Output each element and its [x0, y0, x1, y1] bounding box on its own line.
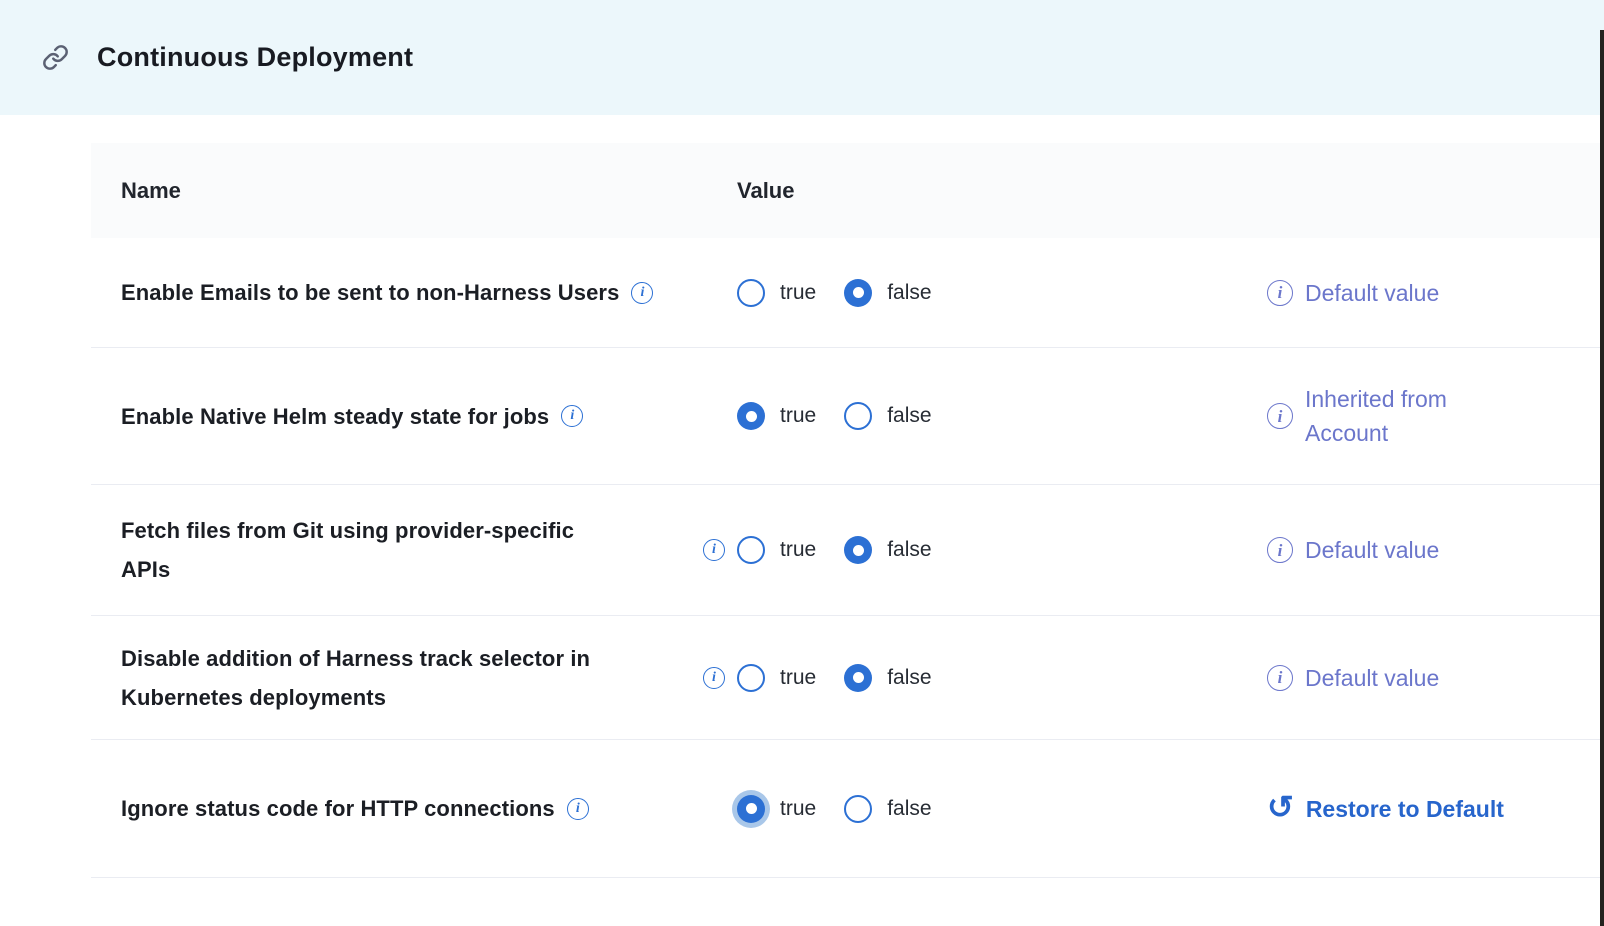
settings-table: Name Value Enable Emails to be sent to n… [91, 143, 1600, 878]
window-edge [1600, 30, 1604, 926]
info-icon[interactable]: i [1267, 537, 1293, 563]
radio-false[interactable] [844, 536, 872, 564]
radio-label-true[interactable]: true [780, 281, 816, 305]
setting-status-cell: i Default value [1267, 276, 1600, 310]
setting-row: Enable Native Helm steady state for jobs… [91, 348, 1600, 485]
setting-row: Enable Emails to be sent to non-Harness … [91, 238, 1600, 348]
radio-true[interactable] [737, 536, 765, 564]
radio-label-false[interactable]: false [887, 404, 931, 428]
info-icon[interactable]: i [703, 539, 725, 561]
setting-name-cell: Ignore status code for HTTP connections … [91, 789, 703, 828]
info-icon[interactable]: i [1267, 665, 1293, 691]
section-header: Continuous Deployment [0, 0, 1604, 115]
info-icon[interactable]: i [1267, 403, 1293, 429]
link-icon[interactable] [42, 44, 69, 71]
setting-row: Fetch files from Git using provider-spec… [91, 485, 1600, 616]
setting-name: Ignore status code for HTTP connections [121, 789, 555, 828]
table-rows: Enable Emails to be sent to non-Harness … [91, 238, 1600, 878]
radio-label-true[interactable]: true [780, 404, 816, 428]
setting-name-cell: Fetch files from Git using provider-spec… [91, 511, 703, 589]
radio-false[interactable] [844, 795, 872, 823]
column-header-value: Value [703, 178, 1123, 204]
setting-name-cell: Enable Emails to be sent to non-Harness … [91, 273, 703, 312]
setting-status-cell: i Default value [1267, 533, 1600, 567]
radio-label-false[interactable]: false [887, 281, 931, 305]
radio-true[interactable] [737, 279, 765, 307]
radio-label-false[interactable]: false [887, 797, 931, 821]
setting-row: Disable addition of Harness track select… [91, 616, 1600, 740]
setting-row: Ignore status code for HTTP connections … [91, 740, 1600, 878]
setting-status-cell: ↺ Restore to Default [1267, 792, 1600, 826]
radio-label-true[interactable]: true [780, 797, 816, 821]
setting-name: Enable Emails to be sent to non-Harness … [121, 273, 619, 312]
restore-icon[interactable]: ↺ [1267, 794, 1294, 820]
setting-value-cell: true false [703, 795, 1123, 823]
radio-false[interactable] [844, 279, 872, 307]
page-title: Continuous Deployment [97, 42, 413, 73]
status-label: Inherited from Account [1305, 382, 1447, 450]
info-icon[interactable]: i [567, 798, 589, 820]
column-header-name: Name [91, 178, 703, 204]
setting-status-cell: i Default value [1267, 661, 1600, 695]
status-label: Default value [1305, 533, 1439, 567]
setting-name-cell: Disable addition of Harness track select… [91, 639, 703, 717]
settings-screen: Continuous Deployment Name Value Enable … [0, 0, 1604, 926]
status-label: Default value [1305, 276, 1439, 310]
radio-label-true[interactable]: true [780, 666, 816, 690]
radio-false[interactable] [844, 402, 872, 430]
info-icon[interactable]: i [1267, 280, 1293, 306]
radio-label-false[interactable]: false [887, 666, 931, 690]
setting-value-cell: true false [703, 279, 1123, 307]
radio-label-false[interactable]: false [887, 538, 931, 562]
setting-name: Fetch files from Git using provider-spec… [121, 511, 574, 589]
info-icon[interactable]: i [561, 405, 583, 427]
setting-name-cell: Enable Native Helm steady state for jobs… [91, 397, 703, 436]
setting-value-cell: i true false [703, 664, 1123, 692]
setting-value-cell: i true false [703, 536, 1123, 564]
info-icon[interactable]: i [631, 282, 653, 304]
radio-true[interactable] [737, 664, 765, 692]
radio-label-true[interactable]: true [780, 538, 816, 562]
setting-name: Enable Native Helm steady state for jobs [121, 397, 549, 436]
status-label: Default value [1305, 661, 1439, 695]
radio-false[interactable] [844, 664, 872, 692]
radio-true[interactable] [737, 795, 765, 823]
radio-true[interactable] [737, 402, 765, 430]
setting-status-cell: i Inherited from Account [1267, 382, 1600, 450]
setting-value-cell: true false [703, 402, 1123, 430]
table-header-row: Name Value [91, 143, 1600, 238]
setting-name: Disable addition of Harness track select… [121, 639, 590, 717]
info-icon[interactable]: i [703, 667, 725, 689]
restore-to-default-button[interactable]: Restore to Default [1306, 792, 1504, 826]
